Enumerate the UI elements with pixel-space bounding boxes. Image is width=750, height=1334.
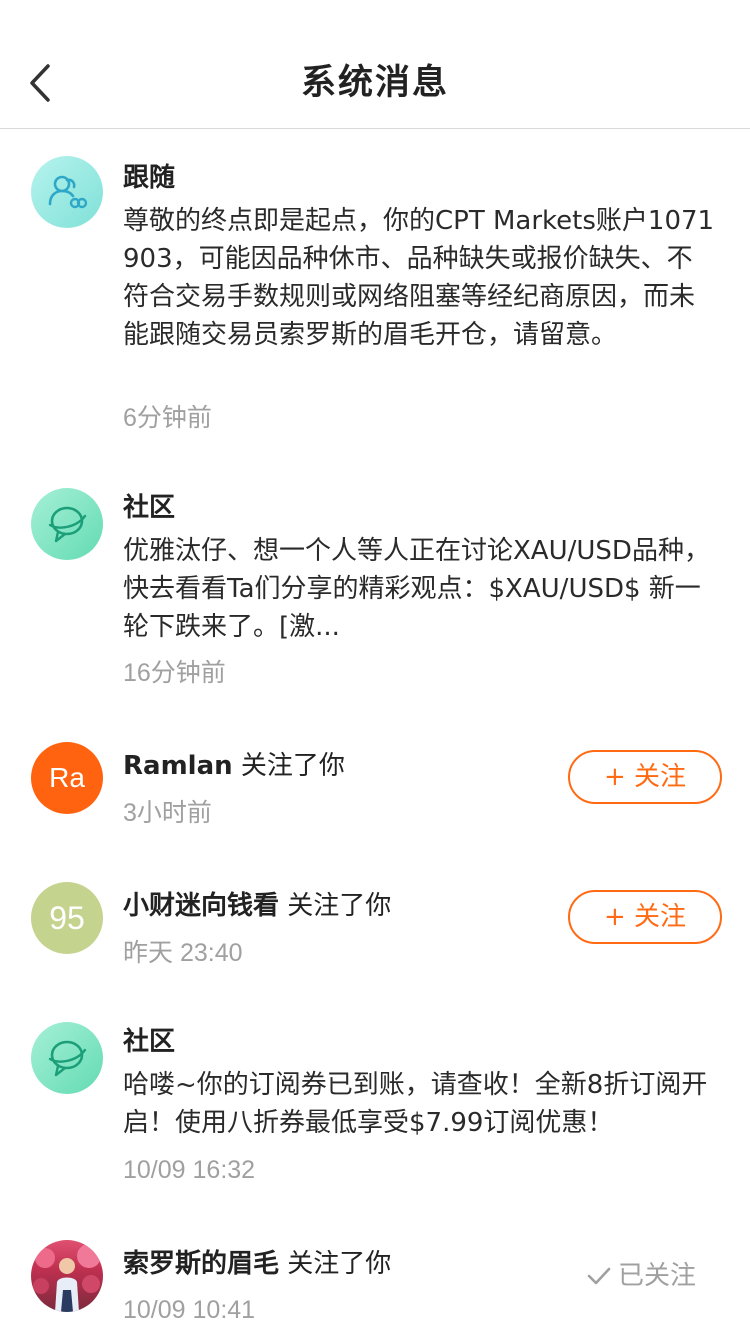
follow-action-text: 关注了你 <box>279 1249 392 1279</box>
user-photo-icon <box>33 1244 101 1312</box>
avatar <box>31 1240 103 1312</box>
page-title: 系统消息 <box>300 63 449 103</box>
message-time: 16分钟前 <box>123 659 226 687</box>
list-item[interactable]: Ra Ramlan 关注了你 3小时前 + 关注 <box>0 720 750 860</box>
follower-row: Ramlan 关注了你 <box>123 746 345 786</box>
community-avatar <box>31 488 103 560</box>
message-text: 优雅汰仔、想一个人等人正在讨论XAU/USD品种，快去看看Ta们分享的精彩观点：… <box>123 536 710 642</box>
followed-button[interactable]: 已关注 <box>586 1256 696 1296</box>
list-item[interactable]: 跟随 尊敬的终点即是起点，你的CPT Markets账户1071903，可能因品… <box>0 128 750 458</box>
list-item[interactable]: 社区 优雅汰仔、想一个人等人正在讨论XAU/USD品种，快去看看Ta们分享的精彩… <box>0 458 750 708</box>
message-time: 3小时前 <box>123 799 212 827</box>
message-time: 10/09 16:32 <box>123 1156 256 1184</box>
list-item[interactable]: 索罗斯的眉毛 关注了你 10/09 10:41 已关注 <box>0 1218 750 1334</box>
nav-bar: 系统消息 <box>0 0 750 129</box>
list-item[interactable]: 社区 哈喽~你的订阅券已到账，请查收！全新8折订阅开启！使用八折券最低享受$7.… <box>0 994 750 1204</box>
avatar: Ra <box>31 742 103 814</box>
follower-row: 小财迷向钱看 关注了你 <box>123 886 391 926</box>
follower-name[interactable]: 索罗斯的眉毛 <box>123 1249 279 1279</box>
community-avatar <box>31 1022 103 1094</box>
message-text: 尊敬的终点即是起点，你的CPT Markets账户1071903，可能因品种休市… <box>123 206 715 350</box>
follow-back-button[interactable]: + 关注 <box>568 890 722 944</box>
message-time: 昨天 23:40 <box>123 939 243 967</box>
follower-row: 索罗斯的眉毛 关注了你 <box>123 1244 391 1284</box>
message-title: 社区 <box>123 493 176 523</box>
follow-back-button[interactable]: + 关注 <box>568 750 722 804</box>
message-text: 哈喽~你的订阅券已到账，请查收！全新8折订阅开启！使用八折券最低享受$7.99订… <box>123 1070 708 1138</box>
list-item[interactable]: 95 小财迷向钱看 关注了你 昨天 23:40 + 关注 <box>0 860 750 1000</box>
follow-action-text: 关注了你 <box>279 891 392 921</box>
planet-chat-icon <box>48 506 87 543</box>
message-title: 跟随 <box>123 163 176 193</box>
follow-notice-avatar <box>31 156 103 228</box>
users-link-icon <box>48 175 88 209</box>
message-title: 社区 <box>123 1027 176 1057</box>
planet-chat-icon <box>48 1040 87 1077</box>
avatar: 95 <box>31 882 103 954</box>
follower-name[interactable]: Ramlan <box>123 751 233 781</box>
message-time: 6分钟前 <box>123 404 212 432</box>
check-icon <box>587 1267 611 1285</box>
followed-label: 已关注 <box>618 1261 697 1291</box>
follow-action-text: 关注了你 <box>232 751 345 781</box>
message-time: 10/09 10:41 <box>123 1296 256 1324</box>
follower-name[interactable]: 小财迷向钱看 <box>123 891 279 921</box>
